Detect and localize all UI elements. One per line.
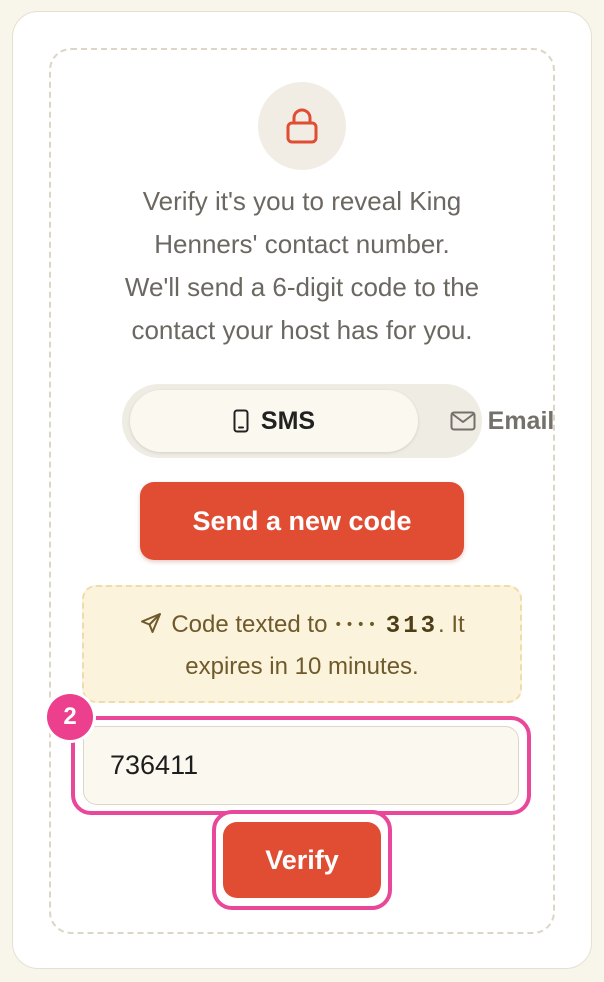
notice-prefix: Code texted to <box>171 611 328 638</box>
intro-text: Verify it's you to reveal King Henners' … <box>60 180 544 352</box>
lock-icon <box>286 108 318 144</box>
channel-toggle: SMS Email <box>122 384 554 458</box>
toggle-option-sms[interactable]: SMS <box>130 390 418 452</box>
code-sent-notice: Code texted to •••• 313. It expires in 1… <box>82 585 522 703</box>
phone-icon <box>233 409 249 433</box>
toggle-option-email[interactable]: Email <box>422 390 582 452</box>
intro-line: Verify it's you to reveal King <box>142 186 462 216</box>
phone-last-digits: 313 <box>385 613 439 640</box>
notice-line: Code texted to •••• 313. It <box>84 605 520 647</box>
toggle-option-label: Email <box>487 406 555 435</box>
envelope-icon <box>450 411 476 431</box>
lock-badge <box>258 82 346 170</box>
verify-button[interactable]: Verify <box>223 822 381 898</box>
send-new-code-button[interactable]: Send a new code <box>140 482 464 560</box>
intro-line: We'll send a 6-digit code to the <box>124 272 480 302</box>
masked-digits: •••• <box>334 617 380 633</box>
intro-line: contact your host has for you. <box>131 315 473 345</box>
intro-line: Henners' contact number. <box>154 229 450 259</box>
toggle-option-label: SMS <box>260 406 316 435</box>
verification-code-input[interactable] <box>83 726 519 805</box>
notice-suffix: . It <box>438 611 465 638</box>
send-icon <box>141 613 162 633</box>
verify-button-highlight: Verify <box>212 810 392 910</box>
step-badge: 2 <box>47 694 93 740</box>
notice-expiry: expires in 10 minutes. <box>185 653 419 680</box>
code-input-highlight <box>71 716 531 815</box>
